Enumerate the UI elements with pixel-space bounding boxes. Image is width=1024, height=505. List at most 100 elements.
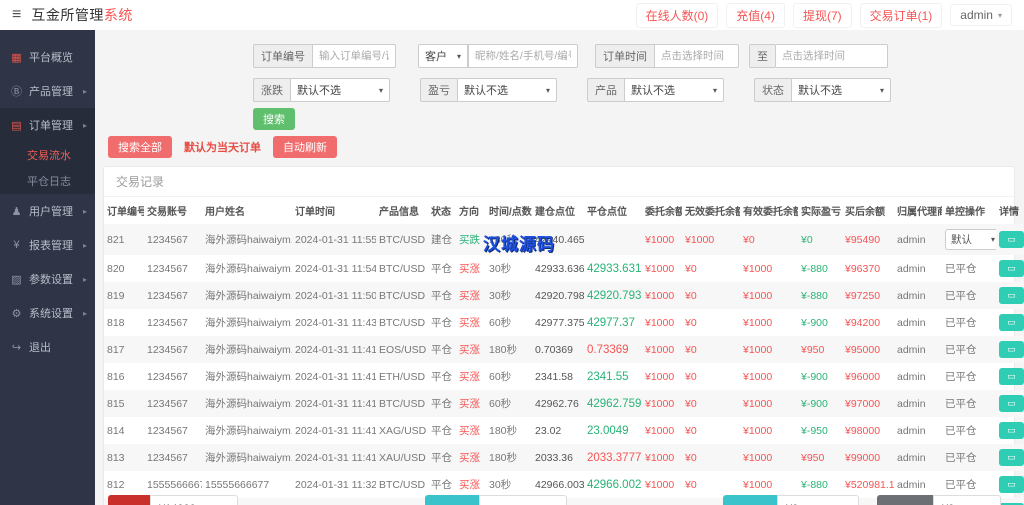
detail-button[interactable]: ▭ [999,449,1024,466]
summary-button-2[interactable] [425,495,479,505]
user-menu[interactable]: admin ▾ [950,4,1012,26]
sidebar-item-平台概览[interactable]: ▦ 平台概览 [0,40,95,74]
filter-select[interactable]: 默认不选 ▾ [457,78,557,102]
summary-group-4 [877,495,1001,505]
cell-status: 平仓 [431,398,452,410]
users-icon: ♟ [11,205,22,218]
filter-select-产品: 产品 默认不选 ▾ [587,78,724,102]
cell-pnl: ¥-900 [801,316,828,329]
cell-close-point: 42966.002 [587,478,642,491]
cell-agent: admin [897,370,926,383]
cell-order-time: 2024-01-31 11:41:42 [295,370,376,383]
cell-order-time: 2024-01-31 11:50:39 [295,289,376,302]
search-all-button[interactable]: 搜索全部 [108,136,172,158]
cell-open-point: 2341.58 [535,370,573,383]
order-no-label: 订单编号 [253,44,312,68]
cell-control: 已平仓 [942,363,996,390]
topbar-link[interactable]: 充值(4) [726,2,785,28]
summary-footer [95,495,1024,505]
detail-button[interactable]: ▭ [999,287,1024,304]
search-button[interactable]: 搜索 [253,108,295,130]
auto-refresh-button[interactable]: 自动刷新 [273,136,337,158]
detail-button[interactable]: ▭ [999,395,1024,412]
detail-button[interactable]: ▭ [999,231,1024,248]
order-no-input[interactable] [312,44,396,68]
topbar-links: 在线人数(0) 充值(4) 提现(7) 交易订单(1) admin ▾ [635,2,1012,28]
topbar-link[interactable]: 交易订单(1) [859,2,943,28]
column-header-详情: 详情 [999,207,1019,218]
customer-input[interactable] [468,44,578,68]
cell-invalid-entrust: ¥0 [685,289,697,302]
cell-balance-after: ¥97250 [845,289,881,302]
time-to-input[interactable] [776,44,888,68]
time-from-input[interactable] [654,44,739,68]
detail-button[interactable]: ▭ [999,476,1024,493]
column-header-订单时间: 订单时间 [295,207,335,218]
sidebar-item-报表管理[interactable]: ¥ 报表管理 ▸ [0,228,95,262]
sidebar-item-产品管理[interactable]: Ⓑ 产品管理 ▸ [0,74,95,108]
cell-direction: 买跌 [459,234,480,246]
user-name: admin [960,8,993,22]
detail-button[interactable]: ▭ [999,341,1024,358]
column-header-买后余额: 买后余额 [845,207,885,218]
column-header-归属代理商: 归属代理商 [897,207,942,218]
cell-close-point: 42920.793 [587,289,642,302]
filter-select[interactable]: 默认不选 ▾ [791,78,891,102]
cell-valid-entrust: ¥1000 [743,316,773,329]
cell-open-point: 42977.375 [535,316,584,329]
cell-close-point: 42962.759 [587,397,642,410]
control-select[interactable]: 默认 ▾ [945,229,996,250]
detail-button[interactable]: ▭ [999,422,1024,439]
cell-order-time: 2024-01-31 11:41:53 [295,343,376,356]
cell-detail: ▭ [996,417,1024,444]
topbar-link[interactable]: 提现(7) [792,2,852,28]
chevron-right-icon: ▸ [82,86,87,96]
sidebar-item-退出[interactable]: ↪ 退出 [0,330,95,364]
cell-status: 平仓 [431,371,452,383]
cell-user-name: 海外源码haiwaiym.com [205,317,292,329]
summary-value-2 [479,495,567,505]
customer-type-select[interactable]: 客户 ▾ [418,44,468,68]
column-header-单控操作: 单控操作 [945,207,985,218]
summary-value-1 [150,495,238,505]
sidebar-item-交易流水[interactable]: 交易流水 [0,142,95,168]
cell-product: BTC/USD [379,397,426,410]
cell-account: 1234567 [147,316,188,329]
sidebar-item-参数设置[interactable]: ▨ 参数设置 ▸ [0,262,95,296]
cell-order-id: 816 [107,370,125,383]
cell-order-time: 2024-01-31 11:41:29 [295,397,376,410]
table-body: 8211234567海外源码haiwaiym.com2024-01-31 11:… [104,224,1024,505]
cell-user-name: 海外源码haiwaiym.com [205,371,292,383]
summary-button-3[interactable] [723,495,777,505]
cell-order-id: 812 [107,478,125,491]
cell-order-id: 820 [107,262,125,275]
sidebar-item-订单管理[interactable]: ▤ 订单管理 ▸ [0,108,95,142]
cell-status: 平仓 [431,425,452,437]
cell-pnl: ¥-900 [801,370,828,383]
cell-entrust-amount: ¥1000 [645,316,675,329]
sidebar-item-平仓日志[interactable]: 平仓日志 [0,168,95,194]
detail-button[interactable]: ▭ [999,368,1024,385]
filter-select-盈亏: 盈亏 默认不选 ▾ [420,78,557,102]
cell-open-point: 42940.465 [535,233,584,246]
detail-button[interactable]: ▭ [999,260,1024,277]
table-row: 821 1234567 海外源码haiwaiym.com2024-01-31 11:… [104,224,1024,255]
cell-close-point: 0.73369 [587,343,629,356]
cell-invalid-entrust: ¥1000 [685,233,715,246]
cell-pnl: ¥-900 [801,397,828,410]
cell-valid-entrust: ¥1000 [743,424,773,437]
table-row: 817 1234567 海外源码haiwaiym.com2024-01-31 11:… [104,336,1024,363]
cell-invalid-entrust: ¥0 [685,316,697,329]
cell-detail: ▭ [996,336,1024,363]
cell-close-point: 42977.37 [587,316,635,329]
filter-select[interactable]: 默认不选 ▾ [624,78,724,102]
sidebar-item-系统设置[interactable]: ⚙ 系统设置 ▸ [0,296,95,330]
topbar-link[interactable]: 在线人数(0) [635,2,719,28]
summary-button-1[interactable] [108,495,150,505]
detail-button[interactable]: ▭ [999,314,1024,331]
hamburger-menu-icon[interactable]: ≡ [12,7,21,23]
sidebar-item-用户管理[interactable]: ♟ 用户管理 ▸ [0,194,95,228]
cell-pnl: ¥950 [801,343,825,356]
summary-button-4[interactable] [877,495,933,505]
filter-select[interactable]: 默认不选 ▾ [290,78,390,102]
